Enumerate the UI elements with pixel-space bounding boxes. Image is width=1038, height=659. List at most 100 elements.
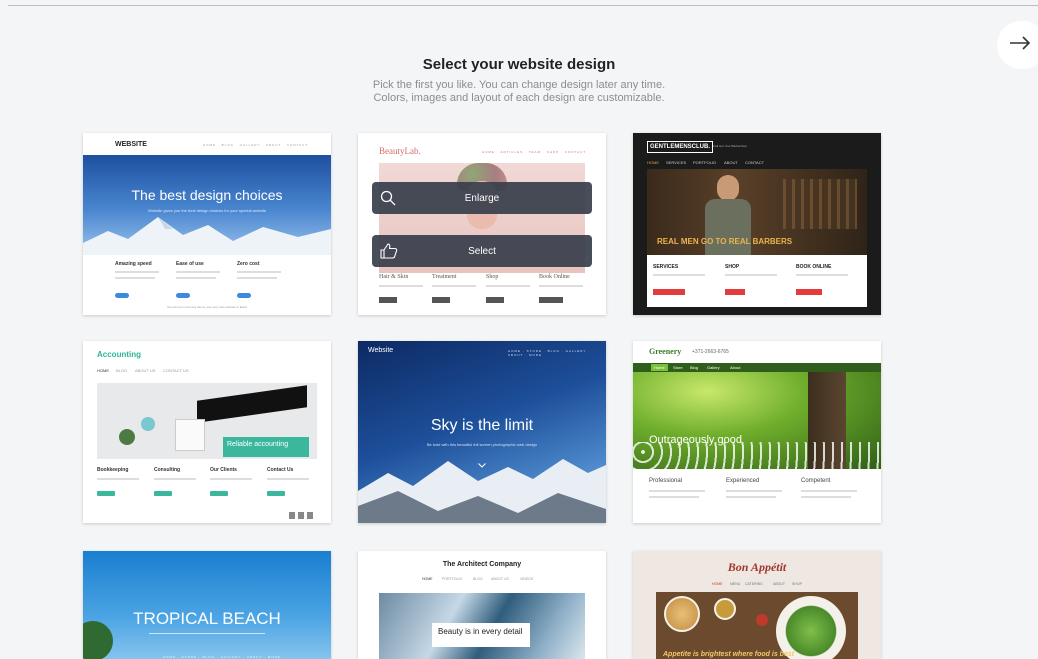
flowers [633, 442, 881, 469]
barber-body [705, 199, 751, 255]
template-card-tropical[interactable]: TROPICAL BEACH HOME · STORE · BLOG · GAL… [83, 551, 331, 659]
read-more-button [210, 491, 228, 496]
text-placeholder [210, 478, 252, 480]
template-card-accounting[interactable]: Accounting HOME BLOG ABOUT US CONTACT US… [83, 341, 331, 523]
read-more-button [725, 289, 745, 295]
text-placeholder [379, 285, 423, 287]
template-nav-item: ABOUT [724, 160, 738, 165]
shelf [777, 179, 857, 229]
monitor [197, 385, 307, 423]
template-nav-item: PORTFOLIO [442, 577, 463, 581]
template-logo: The Architect Company [442, 561, 522, 568]
tomato [756, 614, 768, 626]
template-card-greenery[interactable]: Greenery +371-2663-6765 Home Store Blog … [633, 341, 881, 523]
text-placeholder [97, 478, 139, 480]
bread-bowl [664, 596, 700, 632]
template-col-heading: Book Online [539, 274, 570, 280]
template-hero-image [83, 155, 331, 255]
template-card-sky[interactable]: Website HOME · STORE · BLOG · GALLERY · … [358, 341, 606, 523]
template-nav-item: HOME [647, 160, 659, 165]
template-nav-item: Store [673, 365, 683, 370]
template-col-heading: BOOK ONLINE [796, 264, 832, 270]
template-col-heading: Amazing speed [115, 261, 152, 267]
read-more-button [115, 293, 129, 298]
read-more-button [267, 491, 285, 496]
template-nav-item: MENU [730, 582, 741, 586]
text-placeholder [801, 490, 857, 492]
template-nav-item: ABOUT US [491, 577, 509, 581]
template-card-gentlemensclub[interactable]: GENTLEMENSCLUB. Call Get Your Barbershop… [633, 133, 881, 315]
template-nav-item: About [730, 365, 741, 370]
template-col-heading: Our Clients [210, 467, 237, 473]
template-col-heading: Shop [486, 274, 499, 280]
text-placeholder [176, 277, 216, 279]
text-placeholder [154, 478, 196, 480]
barber-face [717, 175, 739, 201]
banner-text: Reliable accounting [227, 441, 289, 448]
template-hero-image [656, 592, 858, 659]
template-col-heading: Hair & Skin [379, 274, 409, 280]
template-col-heading: Competent [801, 478, 831, 484]
template-nav-item: BLOG [116, 368, 128, 373]
template-col-heading: Consulting [154, 467, 181, 473]
text-placeholder [725, 274, 777, 276]
text-placeholder [267, 478, 309, 480]
read-more-button [486, 297, 504, 303]
template-headline: The best design choices [131, 187, 283, 203]
template-card-bonappetit[interactable]: Bon Appétit HOME MENU CATERING ABOUT SHO… [633, 551, 881, 659]
text-placeholder [115, 277, 155, 279]
template-logo: Greenery [649, 347, 682, 356]
template-col-heading: Experienced [726, 478, 760, 484]
template-col-heading: SERVICES [653, 264, 679, 270]
template-nav-item: CONTACT US [163, 368, 189, 373]
lamp [141, 417, 155, 431]
template-nav-item: ABOUT [773, 582, 786, 586]
read-more-button [539, 297, 563, 303]
search-icon [380, 190, 396, 209]
enlarge-button[interactable]: Enlarge [372, 182, 592, 214]
read-more-button [154, 491, 172, 496]
template-logo: BeautyLab. [379, 146, 421, 156]
salad-plate [776, 596, 846, 659]
template-logo: Bon Appétit [727, 560, 787, 574]
template-nav-item: HOME [422, 577, 433, 581]
template-tag: Call Get Your Barbershop [713, 144, 748, 148]
text-placeholder [801, 496, 851, 498]
template-hero-image [633, 372, 881, 469]
template-tagline: Website gives you the best design choice… [147, 208, 267, 213]
template-logo: WEBSITE [115, 141, 147, 148]
text-placeholder [486, 285, 530, 287]
template-nav-item: HOME [712, 582, 723, 586]
text-placeholder [237, 277, 277, 279]
read-more-button [796, 289, 822, 295]
text-placeholder [726, 496, 776, 498]
text-placeholder [237, 271, 281, 273]
template-nav: HOME · BLOG · GALLERY · ABOUT · CONTACT [203, 143, 309, 147]
template-nav: HOME · STORE · BLOG · GALLERY · ABOUT · … [163, 655, 281, 659]
template-nav-item: Gallery [707, 365, 720, 370]
template-card-architect[interactable]: The Architect Company HOME PORTFOLIO BLO… [358, 551, 606, 659]
template-nav-item: Blog [690, 365, 699, 370]
text-placeholder [539, 285, 583, 287]
template-nav-item: VIDEOS [520, 577, 534, 581]
select-button[interactable]: Select [372, 235, 592, 267]
sauce-bowl [714, 598, 736, 620]
template-headline: REAL MEN GO TO REAL BARBERS [657, 237, 793, 246]
select-label: Select [468, 245, 496, 257]
read-more-button [432, 297, 450, 303]
template-headline: Outrageously good [649, 434, 742, 446]
page-title: Select your website design [422, 56, 616, 73]
divider [149, 633, 265, 634]
template-logo: Accounting [97, 350, 141, 359]
text-placeholder [432, 285, 476, 287]
page-subtitle-line1: Pick the first you like. You can change … [372, 79, 666, 91]
template-nav: HOME · ARTICLES · TEAM · SHOP · CONTACT [482, 150, 587, 154]
plant [119, 429, 135, 445]
template-card-website[interactable]: WEBSITE HOME · BLOG · GALLERY · ABOUT · … [83, 133, 331, 315]
template-col-heading: Professional [649, 478, 683, 484]
template-logo: GENTLEMENSCLUB. [647, 141, 713, 153]
template-card-beautylab[interactable]: BeautyLab. HOME · ARTICLES · TEAM · SHOP… [358, 133, 606, 315]
template-nav-item: HOME [97, 368, 109, 373]
template-nav-item: PORTFOLIO [693, 160, 717, 165]
template-col-heading: Contact Us [267, 467, 294, 473]
